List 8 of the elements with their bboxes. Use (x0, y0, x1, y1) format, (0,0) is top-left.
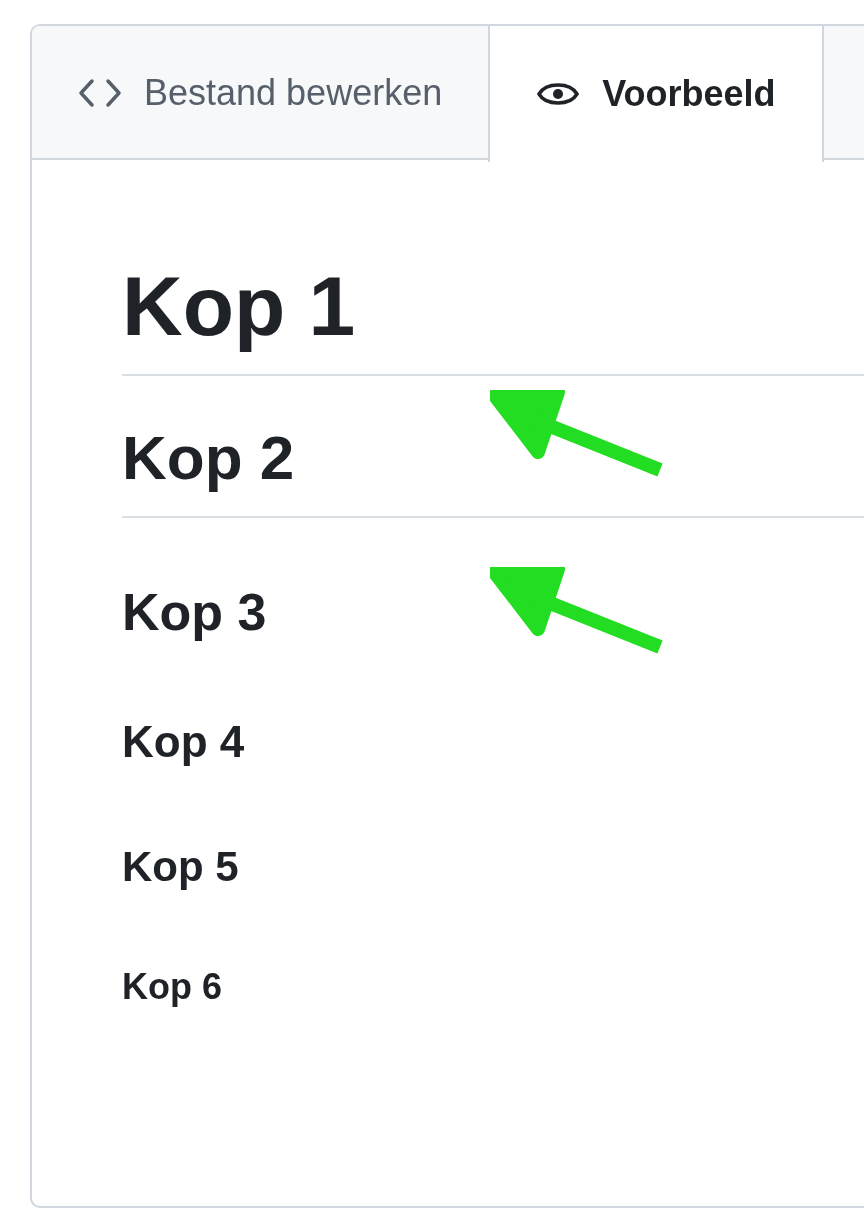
tab[interactable]: Voorbeeld (488, 26, 824, 162)
tab[interactable]: Bestand bewerken (32, 26, 489, 160)
heading: Kop 6 (122, 965, 222, 1009)
code-icon (78, 78, 122, 108)
heading: Kop 3 (122, 582, 267, 643)
heading: Kop 4 (122, 716, 245, 768)
heading: Kop 5 (122, 842, 239, 892)
heading: Kop 1 (122, 256, 864, 376)
